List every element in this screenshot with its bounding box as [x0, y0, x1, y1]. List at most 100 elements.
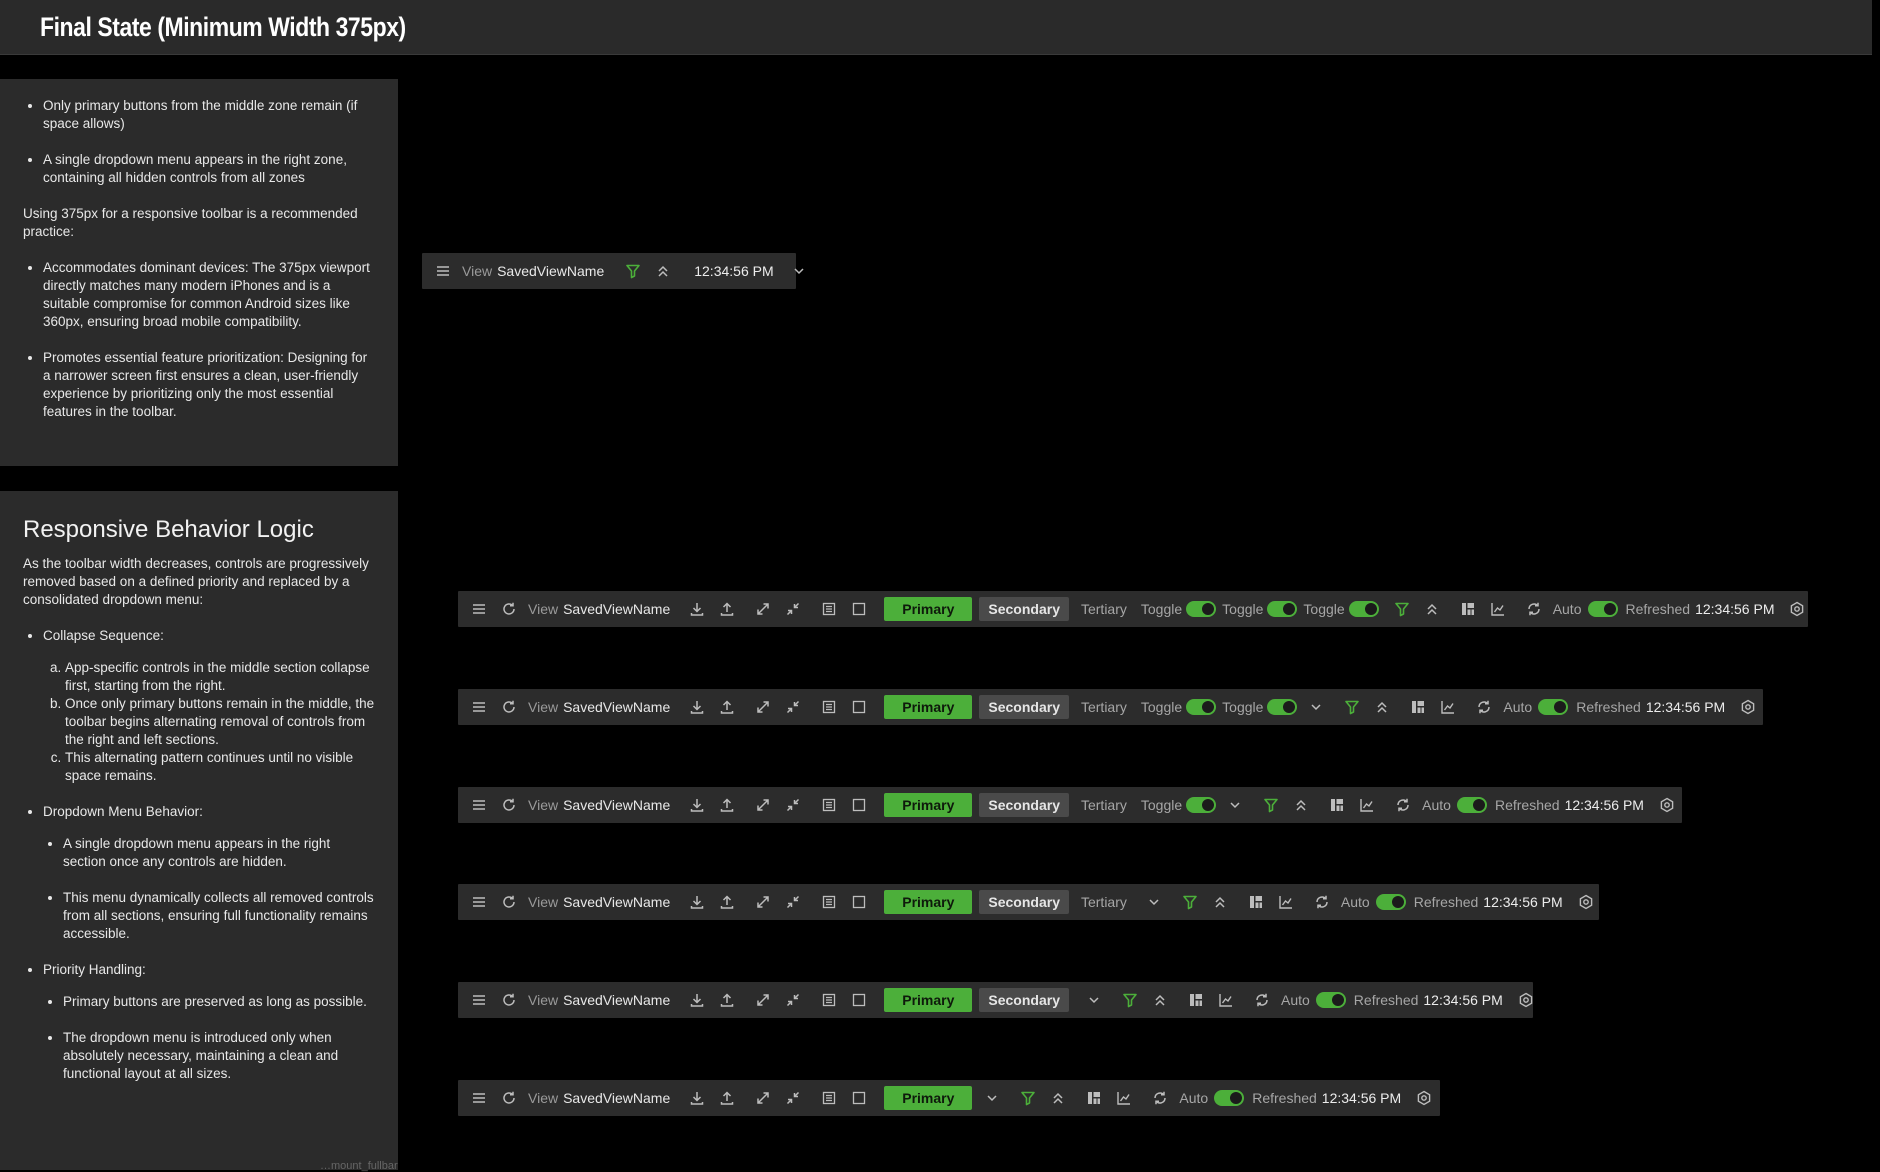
collapse-icon[interactable] [782, 794, 804, 816]
settings-icon[interactable] [1656, 794, 1678, 816]
upload-icon[interactable] [716, 1087, 738, 1109]
collapse-icon[interactable] [782, 891, 804, 913]
layout-icon[interactable] [1185, 989, 1207, 1011]
layout-icon[interactable] [1457, 598, 1479, 620]
secondary-button[interactable]: Secondary [979, 890, 1069, 914]
collapse-icon[interactable] [782, 1087, 804, 1109]
tertiary-button[interactable]: Tertiary [1081, 797, 1127, 813]
overflow-dropdown-chevron-down-icon[interactable] [1224, 794, 1246, 816]
view-name[interactable]: SavedViewName [563, 601, 670, 617]
select-icon[interactable] [848, 1087, 870, 1109]
double-chevron-up-icon[interactable] [1149, 989, 1171, 1011]
toggle-switch[interactable] [1267, 601, 1298, 617]
chart-icon[interactable] [1113, 1087, 1135, 1109]
overflow-dropdown-chevron-down-icon[interactable] [1305, 696, 1327, 718]
select-icon[interactable] [848, 794, 870, 816]
upload-icon[interactable] [716, 891, 738, 913]
list-icon[interactable] [818, 794, 840, 816]
auto-refresh-toggle[interactable] [1456, 797, 1487, 813]
primary-button[interactable]: Primary [884, 890, 973, 914]
menu-icon[interactable] [468, 891, 490, 913]
auto-refresh-icon[interactable] [1251, 989, 1273, 1011]
upload-icon[interactable] [716, 696, 738, 718]
toggle-switch[interactable] [1186, 797, 1217, 813]
collapse-icon[interactable] [782, 696, 804, 718]
toggle-switch[interactable] [1186, 601, 1217, 617]
primary-button[interactable]: Primary [884, 1086, 973, 1110]
chart-icon[interactable] [1215, 989, 1237, 1011]
upload-icon[interactable] [716, 598, 738, 620]
menu-icon[interactable] [468, 696, 490, 718]
view-name[interactable]: SavedViewName [497, 263, 604, 279]
select-icon[interactable] [848, 598, 870, 620]
primary-button[interactable]: Primary [884, 793, 973, 817]
view-name[interactable]: SavedViewName [563, 992, 670, 1008]
layout-icon[interactable] [1326, 794, 1348, 816]
auto-refresh-toggle[interactable] [1587, 601, 1618, 617]
tertiary-button[interactable]: Tertiary [1081, 601, 1127, 617]
view-name[interactable]: SavedViewName [563, 1090, 670, 1106]
select-icon[interactable] [848, 696, 870, 718]
chart-icon[interactable] [1437, 696, 1459, 718]
settings-icon[interactable] [1515, 989, 1537, 1011]
auto-refresh-toggle[interactable] [1538, 699, 1569, 715]
filter-icon[interactable] [1179, 891, 1201, 913]
list-icon[interactable] [818, 989, 840, 1011]
tertiary-button[interactable]: Tertiary [1081, 699, 1127, 715]
list-icon[interactable] [818, 891, 840, 913]
filter-icon[interactable] [1341, 696, 1363, 718]
select-icon[interactable] [848, 989, 870, 1011]
download-icon[interactable] [686, 696, 708, 718]
auto-refresh-icon[interactable] [1311, 891, 1333, 913]
double-chevron-up-icon[interactable] [1047, 1087, 1069, 1109]
primary-button[interactable]: Primary [884, 988, 973, 1012]
download-icon[interactable] [686, 1087, 708, 1109]
auto-refresh-toggle[interactable] [1214, 1090, 1245, 1106]
expand-icon[interactable] [752, 598, 774, 620]
expand-icon[interactable] [752, 696, 774, 718]
primary-button[interactable]: Primary [884, 597, 973, 621]
collapse-icon[interactable] [782, 989, 804, 1011]
overflow-dropdown-chevron-down-icon[interactable] [1083, 989, 1105, 1011]
collapse-icon[interactable] [782, 598, 804, 620]
expand-icon[interactable] [752, 891, 774, 913]
view-name[interactable]: SavedViewName [563, 797, 670, 813]
list-icon[interactable] [818, 696, 840, 718]
double-chevron-up-icon[interactable] [1290, 794, 1312, 816]
toggle-switch[interactable] [1186, 699, 1217, 715]
auto-refresh-icon[interactable] [1149, 1087, 1171, 1109]
secondary-button[interactable]: Secondary [979, 793, 1069, 817]
double-chevron-up-icon[interactable] [1371, 696, 1393, 718]
layout-icon[interactable] [1083, 1087, 1105, 1109]
chevron-down-icon[interactable] [788, 260, 810, 282]
expand-icon[interactable] [752, 794, 774, 816]
expand-icon[interactable] [752, 1087, 774, 1109]
filter-icon[interactable] [1260, 794, 1282, 816]
download-icon[interactable] [686, 794, 708, 816]
download-icon[interactable] [686, 598, 708, 620]
filter-icon[interactable] [1017, 1087, 1039, 1109]
settings-icon[interactable] [1575, 891, 1597, 913]
double-chevron-up-icon[interactable] [1421, 598, 1443, 620]
menu-icon[interactable] [432, 260, 454, 282]
auto-refresh-toggle[interactable] [1375, 894, 1406, 910]
settings-icon[interactable] [1737, 696, 1759, 718]
primary-button[interactable]: Primary [884, 695, 973, 719]
filter-icon[interactable] [1119, 989, 1141, 1011]
settings-icon[interactable] [1786, 598, 1808, 620]
refresh-icon[interactable] [498, 598, 520, 620]
menu-icon[interactable] [468, 794, 490, 816]
layout-icon[interactable] [1245, 891, 1267, 913]
filter-icon[interactable] [1391, 598, 1413, 620]
refresh-icon[interactable] [498, 891, 520, 913]
secondary-button[interactable]: Secondary [979, 597, 1069, 621]
auto-refresh-icon[interactable] [1523, 598, 1545, 620]
menu-icon[interactable] [468, 598, 490, 620]
auto-refresh-icon[interactable] [1392, 794, 1414, 816]
secondary-button[interactable]: Secondary [979, 695, 1069, 719]
chart-icon[interactable] [1487, 598, 1509, 620]
download-icon[interactable] [686, 989, 708, 1011]
settings-icon[interactable] [1413, 1087, 1435, 1109]
refresh-icon[interactable] [498, 989, 520, 1011]
menu-icon[interactable] [468, 1087, 490, 1109]
